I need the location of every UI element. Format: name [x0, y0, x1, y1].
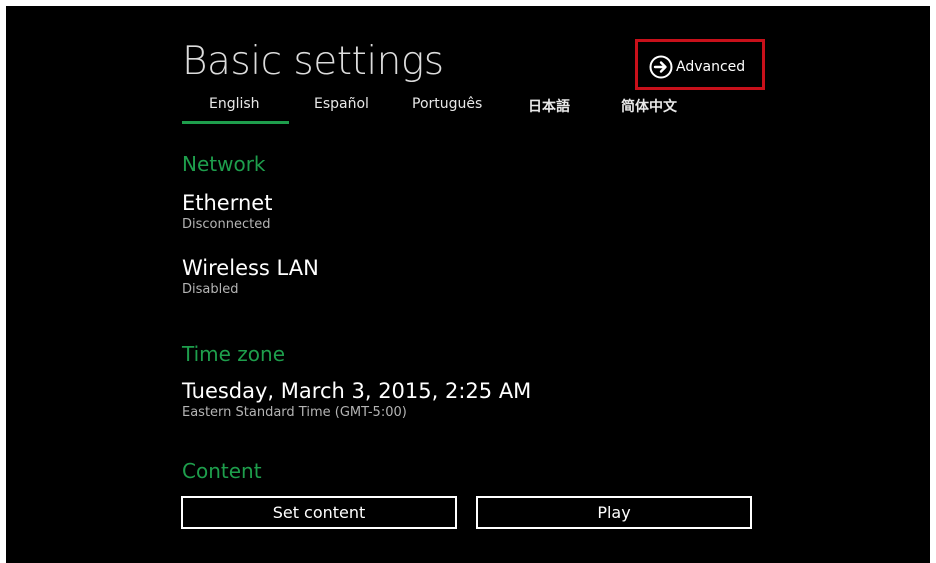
- current-datetime: Tuesday, March 3, 2015, 2:25 AM: [182, 379, 532, 403]
- settings-screen: Basic settings Advanced English Español …: [6, 6, 930, 563]
- wireless-lan-item[interactable]: Wireless LAN Disabled: [182, 255, 319, 298]
- time-zone-name: Eastern Standard Time (GMT-5:00): [182, 405, 407, 420]
- tab-espanol[interactable]: Español: [314, 96, 369, 112]
- play-button[interactable]: Play: [476, 496, 752, 529]
- tab-japanese[interactable]: 日本語: [528, 96, 570, 116]
- ethernet-status: Disconnected: [182, 217, 271, 232]
- advanced-highlight-box: Advanced: [635, 39, 765, 90]
- tab-simplified-chinese[interactable]: 简体中文: [621, 96, 677, 116]
- tab-portugues[interactable]: Português: [412, 96, 482, 112]
- ethernet-title: Ethernet: [182, 191, 273, 215]
- set-content-button[interactable]: Set content: [181, 496, 457, 529]
- tab-english[interactable]: English: [209, 96, 260, 112]
- wireless-lan-status: Disabled: [182, 282, 239, 297]
- time-zone-item[interactable]: Tuesday, March 3, 2015, 2:25 AM Eastern …: [182, 378, 531, 421]
- advanced-label: Advanced: [676, 59, 746, 75]
- time-zone-heading: Time zone: [182, 342, 286, 366]
- network-heading: Network: [182, 152, 266, 176]
- advanced-button[interactable]: Advanced: [649, 55, 745, 79]
- wireless-lan-title: Wireless LAN: [182, 256, 319, 280]
- ethernet-item[interactable]: Ethernet Disconnected: [182, 190, 272, 233]
- page-title: Basic settings: [182, 39, 444, 84]
- arrow-right-circle-icon: [649, 55, 673, 79]
- selected-language-indicator: [182, 121, 289, 124]
- content-heading: Content: [182, 459, 262, 483]
